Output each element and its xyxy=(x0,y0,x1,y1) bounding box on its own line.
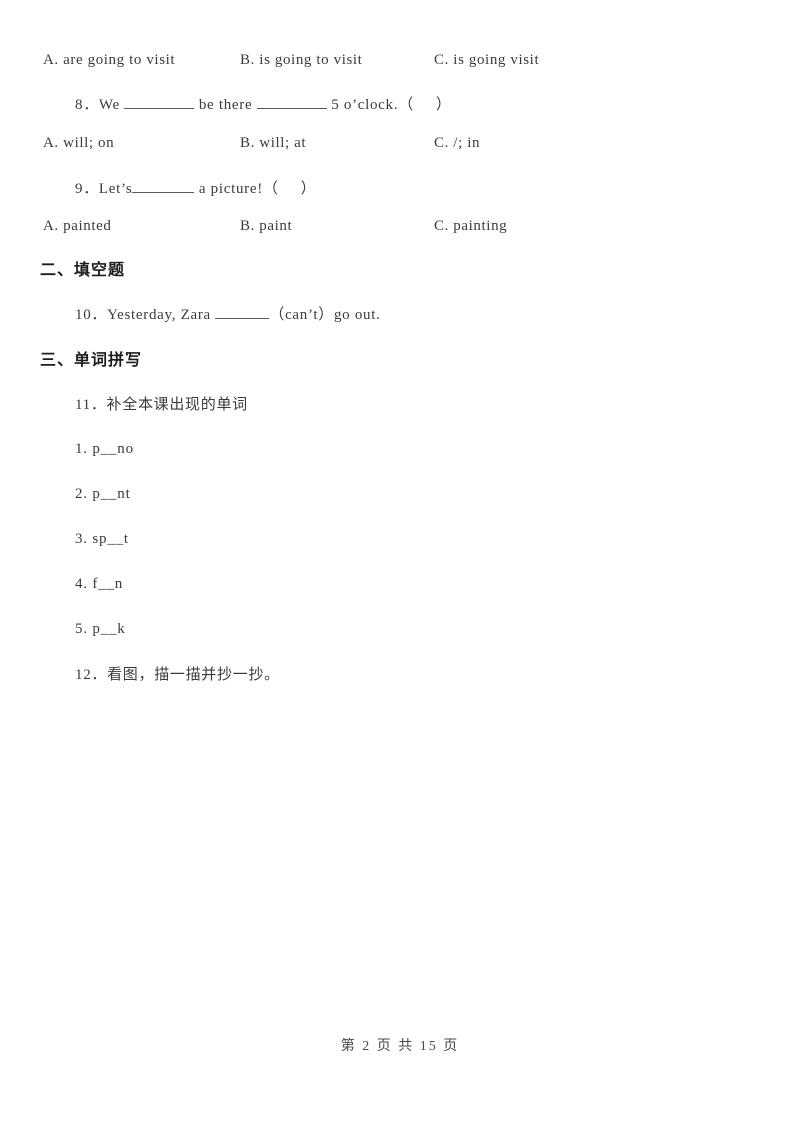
question-10-text-2: （can’t）go out. xyxy=(269,307,381,323)
question-8: 8．We be there 5 o’clock.（ ） xyxy=(75,93,452,114)
subitem-12: 12．看图，描一描并抄一抄。 xyxy=(75,667,280,683)
option-a: A. will; on xyxy=(43,135,115,151)
question-8-number: 8． xyxy=(75,97,99,113)
question-10-number: 10． xyxy=(75,307,108,323)
option-b: B. is going to visit xyxy=(240,52,363,68)
question-8-text-4: ） xyxy=(435,97,452,113)
word-list-item: 5. p__k xyxy=(75,621,126,637)
word-list-item: 4. f__n xyxy=(75,576,124,592)
option-a: A. painted xyxy=(43,218,112,234)
question-9: 9．Let’s a picture!（ ） xyxy=(75,177,316,198)
question-8-blank-1[interactable] xyxy=(124,95,195,109)
option-a: A. are going to visit xyxy=(43,52,176,68)
question-9-text-1: Let’s xyxy=(98,181,133,197)
worksheet-page: A. are going to visit B. is going to vis… xyxy=(0,0,800,1132)
option-b: B. paint xyxy=(240,218,293,234)
section-heading-fill-in-blanks: 二、填空题 xyxy=(40,260,126,279)
option-c: C. is going visit xyxy=(434,52,540,68)
question-9-blank-1[interactable] xyxy=(132,179,195,193)
question-8-blank-2[interactable] xyxy=(256,95,327,109)
section-heading-word-spelling: 三、单词拼写 xyxy=(40,350,143,369)
page-footer: 第 2 页 共 15 页 xyxy=(340,1039,460,1054)
option-c: C. /; in xyxy=(434,135,481,151)
question-9-number: 9． xyxy=(75,181,99,197)
question-10-text-1: Yesterday, Zara xyxy=(107,307,216,323)
option-b: B. will; at xyxy=(240,135,307,151)
question-10-blank-1[interactable] xyxy=(215,305,270,319)
subitem-11: 11．补全本课出现的单词 xyxy=(75,397,248,413)
question-9-text-3: ） xyxy=(300,181,317,197)
word-list-item: 1. p__no xyxy=(75,441,134,457)
question-8-text-2: be there xyxy=(194,97,257,113)
question-8-text-3: 5 o’clock.（ xyxy=(326,97,414,113)
question-8-text-1: We xyxy=(98,97,125,113)
option-row-q7: A. are going to visit B. is going to vis… xyxy=(0,52,800,72)
question-9-text-2: a picture!（ xyxy=(194,181,279,197)
question-10: 10．Yesterday, Zara （can’t）go out. xyxy=(75,303,381,324)
word-list-item: 3. sp__t xyxy=(75,531,129,547)
option-c: C. painting xyxy=(434,218,508,234)
option-row-q8: A. will; on B. will; at C. /; in xyxy=(0,135,800,155)
option-row-q9: A. painted B. paint C. painting xyxy=(0,218,800,238)
word-list-item: 2. p__nt xyxy=(75,486,131,502)
